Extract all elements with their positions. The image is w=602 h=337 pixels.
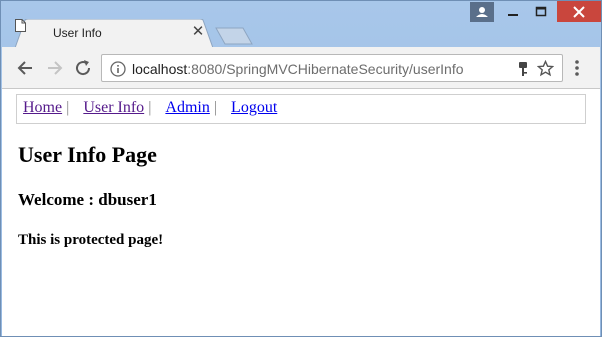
tab-title: User Info [53, 26, 102, 40]
page-icon [15, 19, 26, 32]
new-tab-button[interactable] [215, 27, 253, 45]
menu-separator: | [148, 99, 152, 116]
more-menu-icon[interactable] [574, 59, 580, 77]
back-arrow-icon[interactable] [16, 58, 36, 78]
minimize-icon [508, 13, 518, 16]
browser-window: User Info ✕ localhost:8080/SpringMVCHibe… [0, 0, 602, 337]
key-icon[interactable] [516, 61, 530, 77]
close-icon [573, 5, 585, 18]
welcome-heading: Welcome : dbuser1 [18, 190, 157, 209]
info-icon[interactable] [110, 61, 126, 77]
reload-icon[interactable] [73, 58, 93, 78]
bookmark-star-icon[interactable] [537, 60, 554, 77]
home-link[interactable]: Home [23, 99, 62, 116]
close-window-button[interactable] [557, 1, 601, 22]
tab-close-icon[interactable]: ✕ [191, 24, 205, 39]
page-viewport: Home | User Info | Admin | Logout User Info Pa… [2, 89, 600, 336]
browser-toolbar: localhost:8080/SpringMVCHibernateSecurit… [2, 47, 600, 89]
browser-tab[interactable]: User Info ✕ [15, 19, 213, 48]
site-menu: Home | User Info | Admin | Logout [16, 94, 586, 124]
url-text[interactable]: localhost:8080/SpringMVCHibernateSecurit… [132, 61, 464, 77]
url-path: :8080/SpringMVCHibernateSecurity/userInf… [187, 61, 464, 77]
address-bar[interactable]: localhost:8080/SpringMVCHibernateSecurit… [101, 54, 563, 82]
logout-link[interactable]: Logout [231, 99, 277, 116]
minimize-button[interactable] [499, 1, 527, 22]
user-info-link[interactable]: User Info [83, 99, 144, 116]
profile-button[interactable] [470, 2, 494, 22]
forward-arrow-icon[interactable] [44, 58, 64, 78]
menu-separator: | [66, 99, 70, 116]
maximize-icon [535, 6, 547, 16]
protected-message: This is protected page! [18, 232, 164, 248]
admin-link[interactable]: Admin [165, 99, 209, 116]
url-host: localhost [132, 61, 188, 77]
maximize-button[interactable] [527, 1, 555, 22]
page-title: User Info Page [18, 142, 157, 167]
tab-shape [15, 19, 213, 48]
person-icon [476, 7, 488, 17]
menu-separator: | [213, 99, 218, 116]
